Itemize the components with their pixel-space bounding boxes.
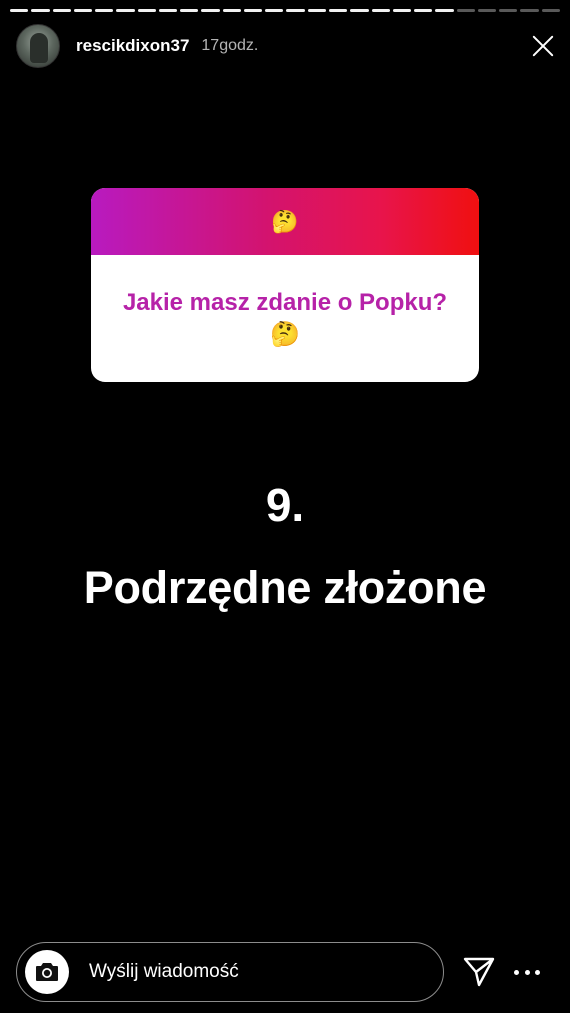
- progress-segment: [392, 9, 412, 12]
- more-dot: [514, 969, 519, 975]
- progress-segment: [541, 9, 560, 12]
- progress-segment: [371, 9, 390, 12]
- progress-segment: [52, 9, 71, 12]
- progress-segment: [477, 9, 497, 12]
- progress-segment: [137, 9, 156, 12]
- progress-segment: [520, 9, 539, 12]
- story-header: rescikdixon37 17godz.: [16, 22, 558, 70]
- progress-segment: [31, 9, 50, 12]
- story-number: 9.: [265, 479, 305, 531]
- progress-segment: [286, 9, 305, 12]
- sticker-header: 🤔: [91, 188, 479, 255]
- progress-segment: [435, 9, 454, 12]
- progress-segment: [222, 9, 241, 12]
- progress-segment: [243, 9, 263, 12]
- more-dot: [535, 969, 540, 975]
- progress-segment: [328, 9, 348, 12]
- progress-segment: [95, 9, 114, 12]
- progress-segment: [456, 9, 475, 12]
- message-placeholder: Wyślij wiadomość: [89, 961, 239, 982]
- post-time: 17godz.: [201, 37, 259, 54]
- more-dot: [524, 969, 530, 975]
- more-icon[interactable]: [514, 955, 540, 989]
- story-screen: rescikdixon37 17godz. 🤔 Jakie masz zdani…: [0, 0, 570, 1013]
- progress-segment: [265, 9, 284, 12]
- story-footer: Wyślij wiadomość: [16, 942, 554, 1002]
- camera-icon[interactable]: [25, 950, 69, 994]
- question-sticker[interactable]: 🤔 Jakie masz zdanie o Popku? 🤔: [91, 188, 479, 382]
- sticker-question: Jakie masz zdanie o Popku? 🤔: [122, 288, 448, 348]
- send-icon[interactable]: [462, 955, 496, 989]
- story-title: Podrzędne złożone: [83, 562, 487, 613]
- story-progress-bar: [10, 9, 560, 12]
- thinking-emoji-icon: 🤔: [271, 208, 299, 234]
- sticker-body: Jakie masz zdanie o Popku? 🤔: [91, 255, 479, 382]
- avatar[interactable]: [16, 24, 60, 68]
- progress-segment: [307, 9, 326, 12]
- progress-segment: [158, 9, 178, 12]
- progress-segment: [73, 9, 93, 12]
- progress-segment: [180, 9, 199, 12]
- progress-segment: [414, 9, 433, 12]
- progress-segment: [350, 9, 369, 12]
- progress-segment: [499, 9, 518, 12]
- username[interactable]: rescikdixon37: [76, 36, 189, 56]
- message-input[interactable]: Wyślij wiadomość: [16, 942, 444, 1002]
- progress-segment: [116, 9, 135, 12]
- progress-segment: [10, 9, 29, 12]
- close-icon[interactable]: [528, 31, 558, 61]
- progress-segment: [201, 9, 220, 12]
